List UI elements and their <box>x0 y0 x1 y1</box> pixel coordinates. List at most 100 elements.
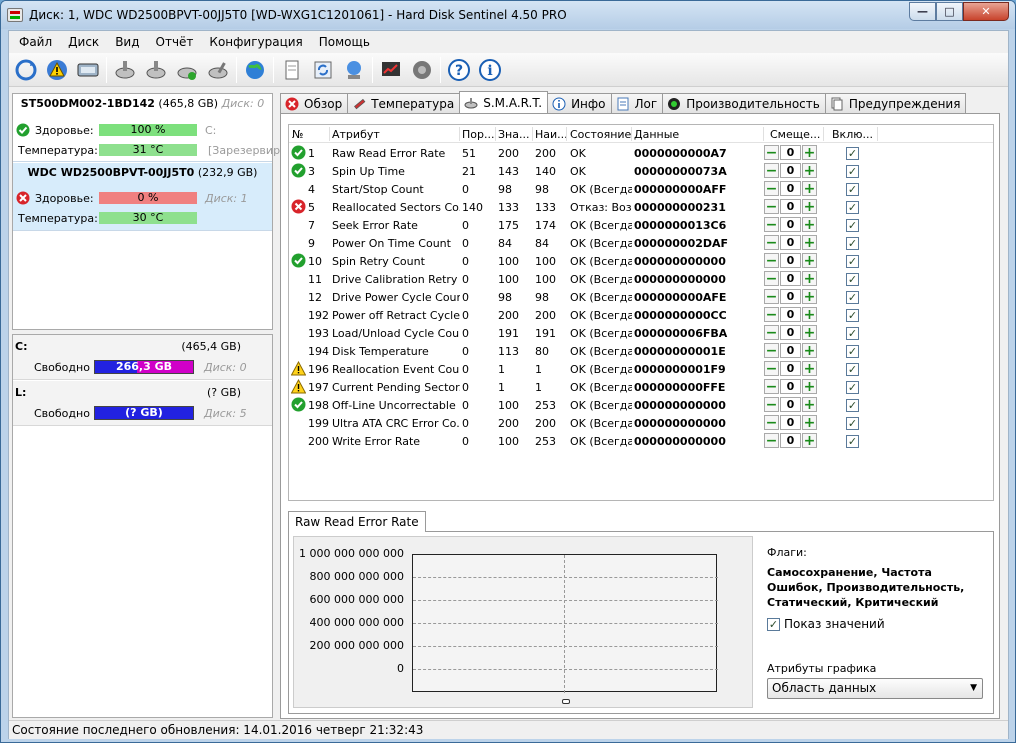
table-row[interactable]: 1 Raw Read Error Rate 51 200 200 OK 0000000000… <box>289 144 993 162</box>
increment-button[interactable]: + <box>802 253 817 268</box>
globe-icon[interactable] <box>241 56 269 84</box>
increment-button[interactable]: + <box>802 361 817 376</box>
col-state[interactable]: Состояние <box>570 128 631 141</box>
sync-icon[interactable] <box>309 56 337 84</box>
enabled-checkbox[interactable]: ✓ <box>846 399 859 412</box>
disk-item-1[interactable]: WDC WD2500BPVT-00JJ5T0 (232,9 GB) Здоров… <box>13 163 272 231</box>
offset-value[interactable]: 0 <box>780 181 801 196</box>
decrement-button[interactable]: − <box>764 217 779 232</box>
table-row[interactable]: 5 Reallocated Sectors Co... 140 133 133 Отказ… <box>289 198 993 216</box>
offset-value[interactable]: 0 <box>780 235 801 250</box>
app-icon[interactable] <box>7 8 23 22</box>
decrement-button[interactable]: − <box>764 163 779 178</box>
increment-button[interactable]: + <box>802 235 817 250</box>
col-number[interactable]: № <box>292 128 303 141</box>
col-attribute[interactable]: Атрибут <box>332 128 380 141</box>
col-data[interactable]: Данные <box>634 128 679 141</box>
decrement-button[interactable]: − <box>764 397 779 412</box>
menu-configuration[interactable]: Конфигурация <box>201 35 310 49</box>
warning-icon[interactable] <box>43 56 71 84</box>
table-row[interactable]: 199 Ultra ATA CRC Error Co... 0 200 200 OK (В… <box>289 414 993 432</box>
disk-tool-icon[interactable] <box>111 56 139 84</box>
decrement-button[interactable]: − <box>764 235 779 250</box>
decrement-button[interactable]: − <box>764 325 779 340</box>
offset-value[interactable]: 0 <box>780 397 801 412</box>
increment-button[interactable]: + <box>802 415 817 430</box>
col-value[interactable]: Зна... <box>498 128 529 141</box>
offset-value[interactable]: 0 <box>780 415 801 430</box>
decrement-button[interactable]: − <box>764 271 779 286</box>
menu-help[interactable]: Помощь <box>311 35 378 49</box>
increment-button[interactable]: + <box>802 307 817 322</box>
offset-value[interactable]: 0 <box>780 289 801 304</box>
decrement-button[interactable]: − <box>764 289 779 304</box>
decrement-button[interactable]: − <box>764 343 779 358</box>
table-row[interactable]: 196Reallocation Event Count011OK (Всегда… <box>289 360 993 378</box>
enabled-checkbox[interactable]: ✓ <box>846 327 859 340</box>
offset-value[interactable]: 0 <box>780 199 801 214</box>
offset-value[interactable]: 0 <box>780 433 801 448</box>
col-offset[interactable]: Смеще... <box>770 128 820 141</box>
offset-value[interactable]: 0 <box>780 361 801 376</box>
enabled-checkbox[interactable]: ✓ <box>846 417 859 430</box>
tab-info[interactable]: Инфо <box>547 93 612 113</box>
offset-value[interactable]: 0 <box>780 253 801 268</box>
tab-overview[interactable]: Обзор <box>280 93 349 113</box>
disk-item-0[interactable]: ST500DM002-1BD142 (465,8 GB) Диск: 0 Здо… <box>13 94 280 162</box>
chart-icon[interactable] <box>377 56 405 84</box>
enabled-checkbox[interactable]: ✓ <box>846 435 859 448</box>
col-threshold[interactable]: Пор... <box>462 128 494 141</box>
table-row[interactable]: 198 Off-Line Uncorrectable ... 0 100 253 OK (… <box>289 396 993 414</box>
refresh-icon[interactable] <box>12 56 40 84</box>
decrement-button[interactable]: − <box>764 181 779 196</box>
info-icon[interactable]: i <box>476 56 504 84</box>
offset-value[interactable]: 0 <box>780 325 801 340</box>
network-icon[interactable] <box>340 56 368 84</box>
enabled-checkbox[interactable]: ✓ <box>846 309 859 322</box>
enabled-checkbox[interactable]: ✓ <box>846 291 859 304</box>
table-row[interactable]: 3 Spin Up Time 21 143 140 OK 00000000073A −0 + ✓ <box>289 162 993 180</box>
increment-button[interactable]: + <box>802 325 817 340</box>
disk-tool-icon[interactable] <box>142 56 170 84</box>
decrement-button[interactable]: − <box>764 361 779 376</box>
col-enabled[interactable]: Вклю... <box>832 128 873 141</box>
table-row[interactable]: 11 Drive Calibration Retry ... 0 100 100 OK (… <box>289 270 993 288</box>
offset-value[interactable]: 0 <box>780 217 801 232</box>
enabled-checkbox[interactable]: ✓ <box>846 237 859 250</box>
tab-log[interactable]: Лог <box>610 93 664 113</box>
increment-button[interactable]: + <box>802 163 817 178</box>
increment-button[interactable]: + <box>802 217 817 232</box>
enabled-checkbox[interactable]: ✓ <box>846 255 859 268</box>
enabled-checkbox[interactable]: ✓ <box>846 147 859 160</box>
increment-button[interactable]: + <box>802 433 817 448</box>
speaker-icon[interactable] <box>408 56 436 84</box>
chart-scroll-handle[interactable] <box>562 699 570 704</box>
graph-attributes-select[interactable]: Область данных ▼ <box>767 678 983 699</box>
disk-icon[interactable] <box>74 56 102 84</box>
tab-performance[interactable]: Производительность <box>662 93 826 113</box>
offset-value[interactable]: 0 <box>780 163 801 178</box>
show-values-option[interactable]: ✓ Показ значений <box>767 617 885 631</box>
tab-temperature[interactable]: Температура <box>347 93 461 113</box>
enabled-checkbox[interactable]: ✓ <box>846 363 859 376</box>
col-worst[interactable]: Наи... <box>535 128 568 141</box>
maximize-button[interactable]: □ <box>936 2 963 21</box>
decrement-button[interactable]: − <box>764 253 779 268</box>
increment-button[interactable]: + <box>802 145 817 160</box>
menu-report[interactable]: Отчёт <box>148 35 202 49</box>
tab-smart[interactable]: S.M.A.R.T. <box>459 91 549 113</box>
table-row[interactable]: 9Power On Time Count08484OK (Всегда...00… <box>289 234 993 252</box>
help-icon[interactable]: ? <box>445 56 473 84</box>
tab-alerts[interactable]: Предупреждения <box>824 93 967 113</box>
offset-value[interactable]: 0 <box>780 271 801 286</box>
title-bar[interactable]: Диск: 1, WDC WD2500BPVT-00JJ5T0 [WD-WXG1… <box>1 1 1015 29</box>
table-row[interactable]: 7Seek Error Rate0175174OK (Всегда...0000… <box>289 216 993 234</box>
increment-button[interactable]: + <box>802 289 817 304</box>
menu-disk[interactable]: Диск <box>60 35 107 49</box>
menu-view[interactable]: Вид <box>107 35 147 49</box>
table-row[interactable]: 197 Current Pending Sector... 0 1 1 OK (Всегд… <box>289 378 993 396</box>
increment-button[interactable]: + <box>802 379 817 394</box>
offset-value[interactable]: 0 <box>780 307 801 322</box>
table-row[interactable]: 10Spin Retry Count0100100OK (Всегда...00… <box>289 252 993 270</box>
menu-file[interactable]: Файл <box>11 35 60 49</box>
